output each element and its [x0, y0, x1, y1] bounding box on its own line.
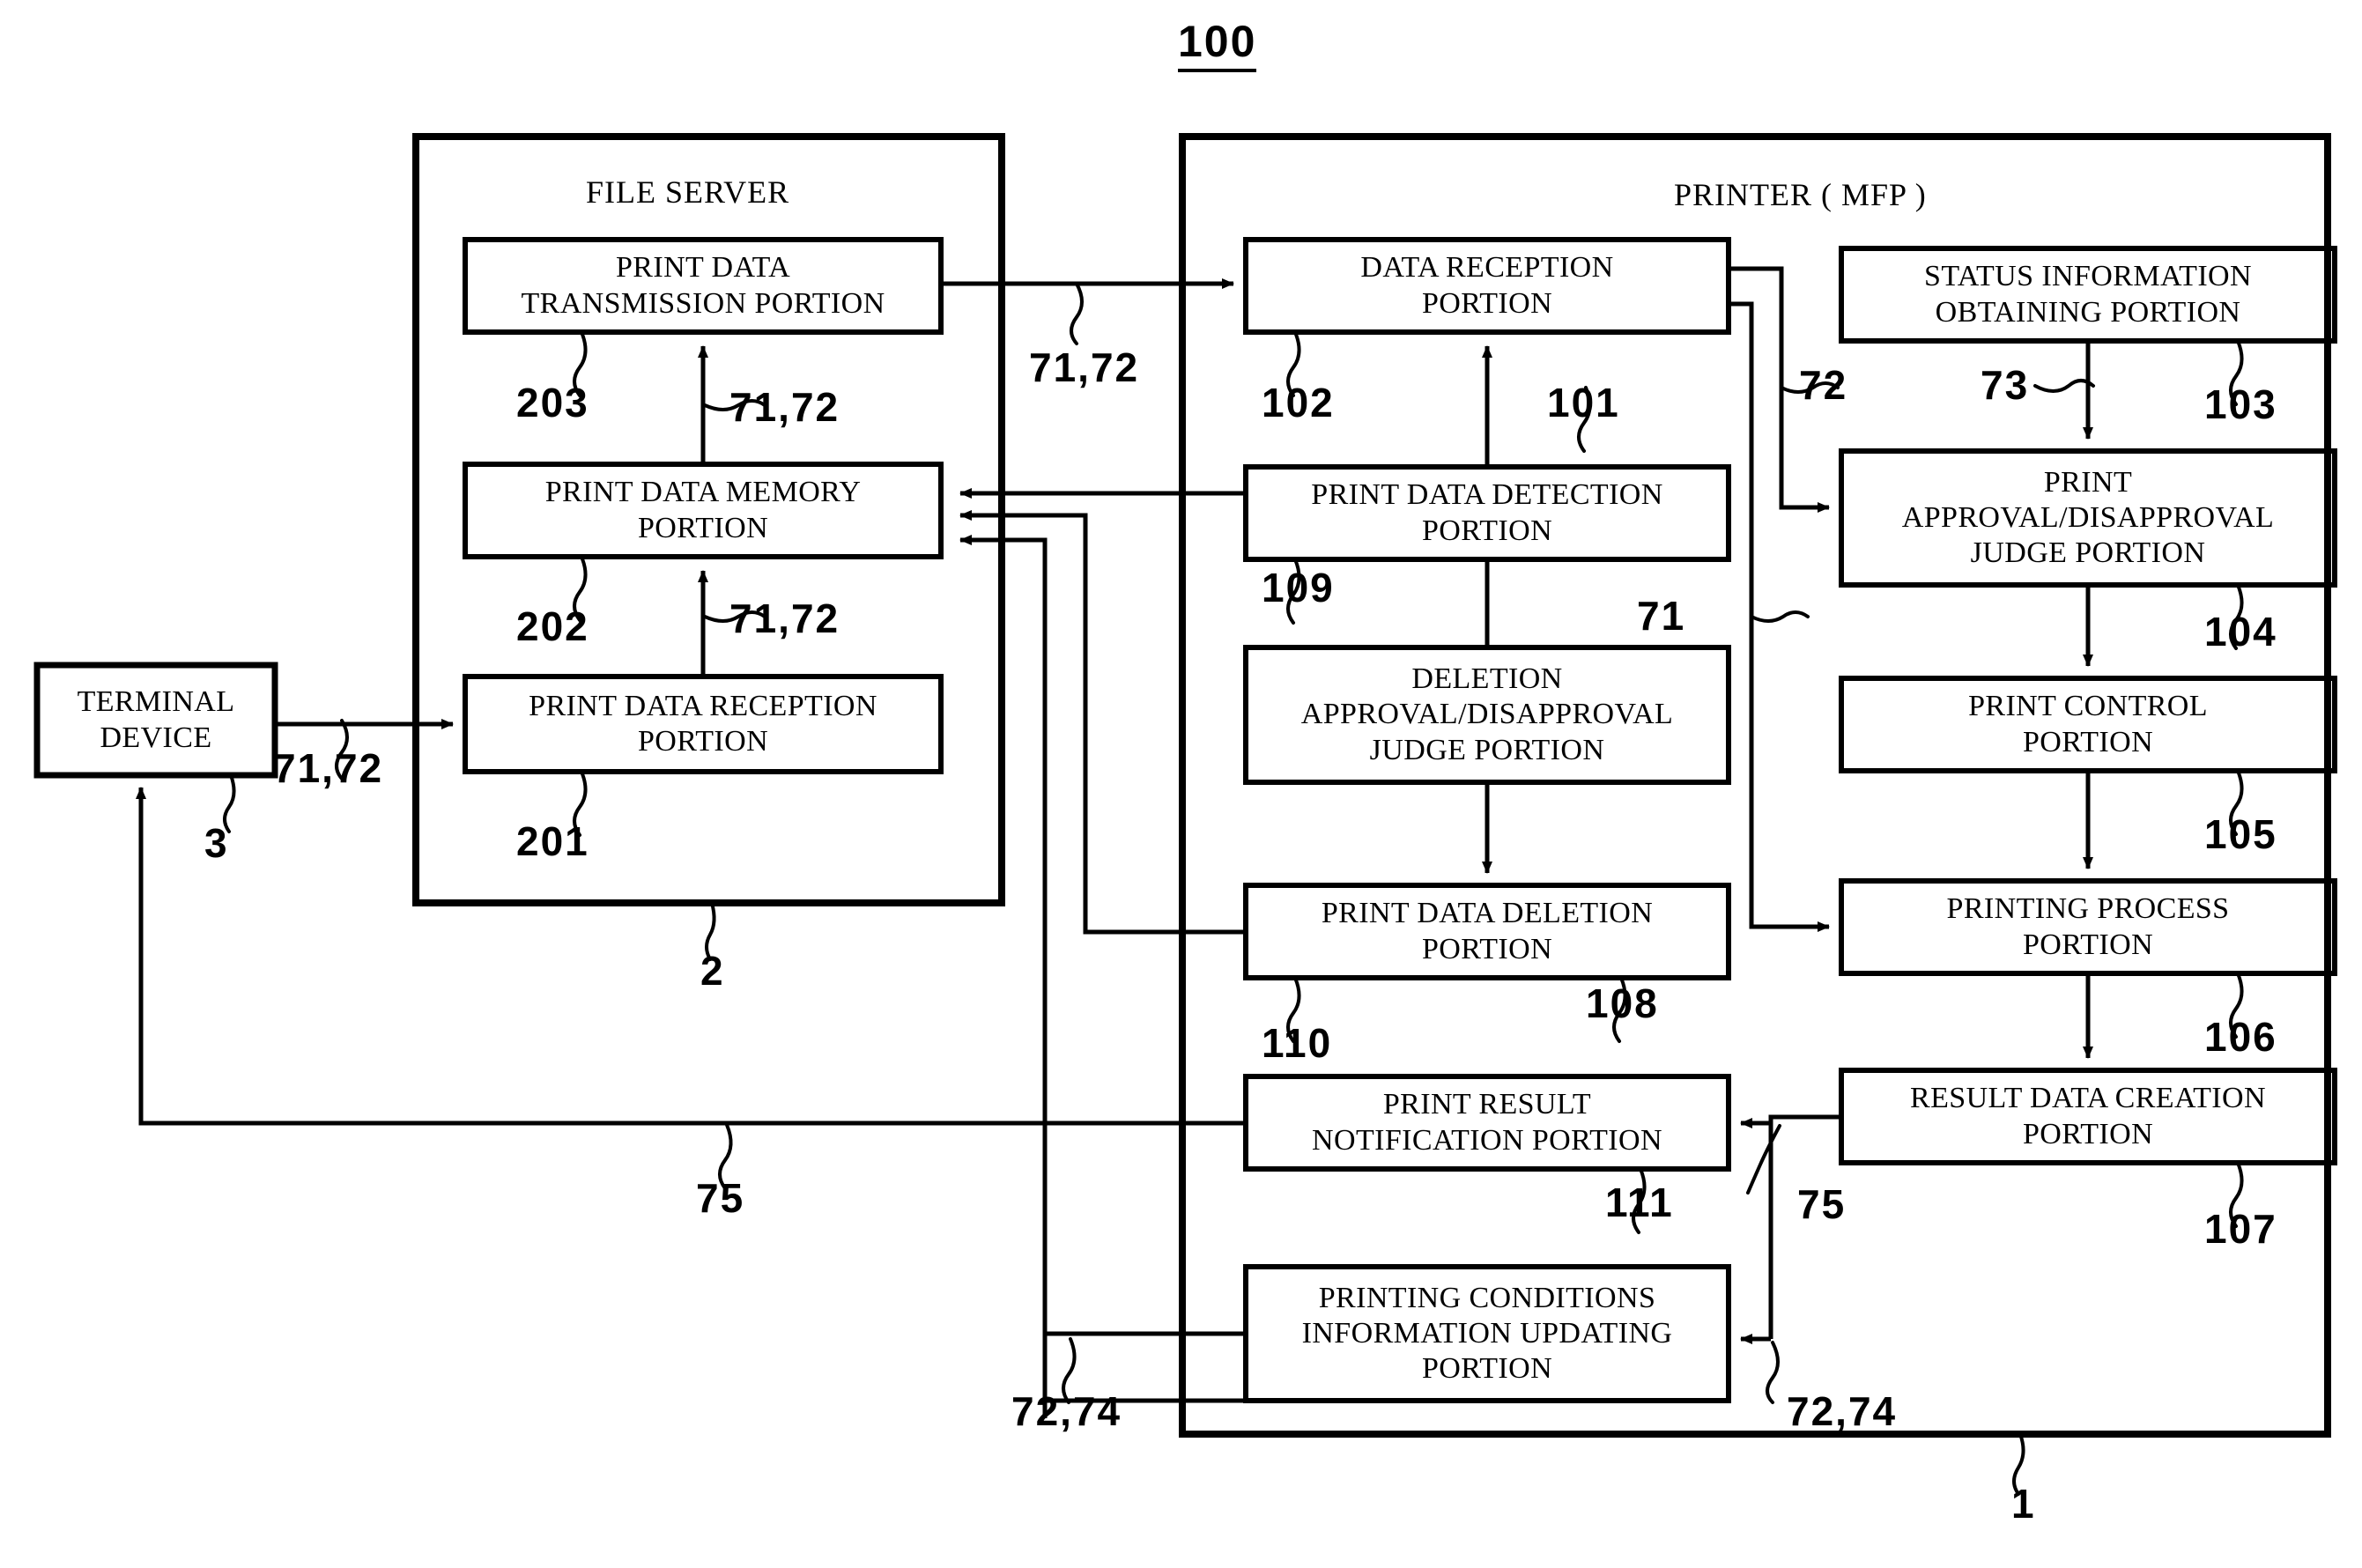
signal-terminal-to-server: 71,72	[273, 745, 384, 791]
ref-print-result-notification: 111	[1605, 1180, 1674, 1225]
block-print-data-deletion: PRINT DATA DELETION PORTION	[1246, 885, 1729, 978]
block-data-reception: DATA RECEPTION PORTION	[1246, 240, 1729, 332]
ref-print-data-reception: 201	[516, 818, 589, 864]
signal-detect-71: 71	[1637, 593, 1686, 639]
block-terminal-device: TERMINAL DEVICE	[37, 665, 275, 775]
block-status-information-obtaining: STATUS INFORMATION OBTAINING PORTION	[1841, 248, 2335, 341]
block-print-judge-label: PRINT APPROVAL/DISAPPROVAL JUDGE PORTION	[1901, 465, 2275, 570]
signal-result-75: 75	[1797, 1181, 1847, 1227]
ref-print-judge: 104	[2204, 609, 2277, 655]
block-print-data-detection-label: PRINT DATA DETECTION PORTION	[1311, 478, 1663, 547]
block-print-data-detection: PRINT DATA DETECTION PORTION	[1246, 467, 1729, 559]
block-print-data-reception-label: PRINT DATA RECEPTION PORTION	[529, 689, 877, 758]
signal-server-to-printer: 71,72	[1029, 344, 1140, 390]
block-print-data-transmission-label: PRINT DATA TRANSMISSION PORTION	[521, 251, 885, 320]
signal-status-73: 73	[1981, 362, 2030, 408]
printer-mfp-title: PRINTER ( MFP )	[1674, 177, 1927, 212]
block-print-judge: PRINT APPROVAL/DISAPPROVAL JUDGE PORTION	[1841, 451, 2335, 585]
block-print-data-memory: PRINT DATA MEMORY PORTION	[465, 464, 941, 557]
signal-printer-72: 72	[1799, 362, 1848, 408]
block-printing-process-label: PRINTING PROCESS PORTION	[1946, 892, 2230, 961]
ref-print-data-deletion: 108	[1586, 980, 1659, 1026]
block-print-data-memory-label: PRINT DATA MEMORY PORTION	[544, 476, 862, 544]
block-deletion-judge: DELETION APPROVAL/DISAPPROVAL JUDGE PORT…	[1246, 647, 1729, 782]
block-print-data-deletion-label: PRINT DATA DELETION PORTION	[1321, 897, 1654, 965]
ref-result-data-creation: 107	[2204, 1206, 2277, 1252]
ref-data-reception: 102	[1262, 380, 1335, 425]
block-terminal-device-label: TERMINAL DEVICE	[77, 685, 235, 754]
ref-print-data-memory: 202	[516, 603, 589, 649]
block-result-data-creation: RESULT DATA CREATION PORTION	[1841, 1070, 2335, 1163]
figure-number: 100	[1178, 16, 1257, 72]
block-data-reception-label: DATA RECEPTION PORTION	[1360, 251, 1614, 320]
file-server-title: FILE SERVER	[586, 174, 790, 210]
block-print-result-notification-label: PRINT RESULT NOTIFICATION PORTION	[1312, 1088, 1662, 1157]
signal-reception-to-memory: 71,72	[729, 595, 840, 641]
ref-print-data-transmission: 203	[516, 380, 589, 425]
patent-figure-canvas: 100 FILE SERVER PRINTER ( MFP ) 2 1 TERM…	[0, 0, 2362, 1568]
ref-data-reception-input-101: 101	[1547, 380, 1620, 425]
signal-bottom-left-75: 75	[696, 1175, 745, 1221]
ref-deletion-judge: 110	[1262, 1020, 1333, 1066]
block-print-data-transmission: PRINT DATA TRANSMISSION PORTION	[465, 240, 941, 332]
block-result-data-creation-label: RESULT DATA CREATION PORTION	[1910, 1082, 2266, 1150]
block-printing-conditions-updating-label: PRINTING CONDITIONS INFORMATION UPDATING…	[1301, 1281, 1673, 1386]
block-print-control: PRINT CONTROL PORTION	[1841, 678, 2335, 771]
ref-terminal-device: 3	[204, 820, 229, 866]
block-printing-conditions-updating: PRINTING CONDITIONS INFORMATION UPDATING…	[1246, 1267, 1729, 1401]
ref-print-data-detection: 109	[1262, 565, 1335, 610]
block-print-result-notification: PRINT RESULT NOTIFICATION PORTION	[1246, 1076, 1729, 1169]
ref-status-information-obtaining: 103	[2204, 381, 2277, 427]
ref-printer-mfp: 1	[2011, 1481, 2036, 1527]
ref-file-server: 2	[700, 948, 725, 994]
block-deletion-judge-label: DELETION APPROVAL/DISAPPROVAL JUDGE PORT…	[1300, 662, 1674, 766]
signal-right-72-74: 72,74	[1787, 1388, 1898, 1434]
ref-printing-process: 106	[2204, 1014, 2277, 1060]
block-status-information-obtaining-label: STATUS INFORMATION OBTAINING PORTION	[1924, 260, 2252, 329]
block-print-data-reception: PRINT DATA RECEPTION PORTION	[465, 677, 941, 772]
block-print-control-label: PRINT CONTROL PORTION	[1968, 690, 2208, 758]
block-printing-process: PRINTING PROCESS PORTION	[1841, 881, 2335, 973]
signal-memory-to-transmission: 71,72	[729, 384, 840, 430]
signal-bottom-72-74: 72,74	[1011, 1388, 1122, 1434]
ref-print-control: 105	[2204, 811, 2277, 857]
